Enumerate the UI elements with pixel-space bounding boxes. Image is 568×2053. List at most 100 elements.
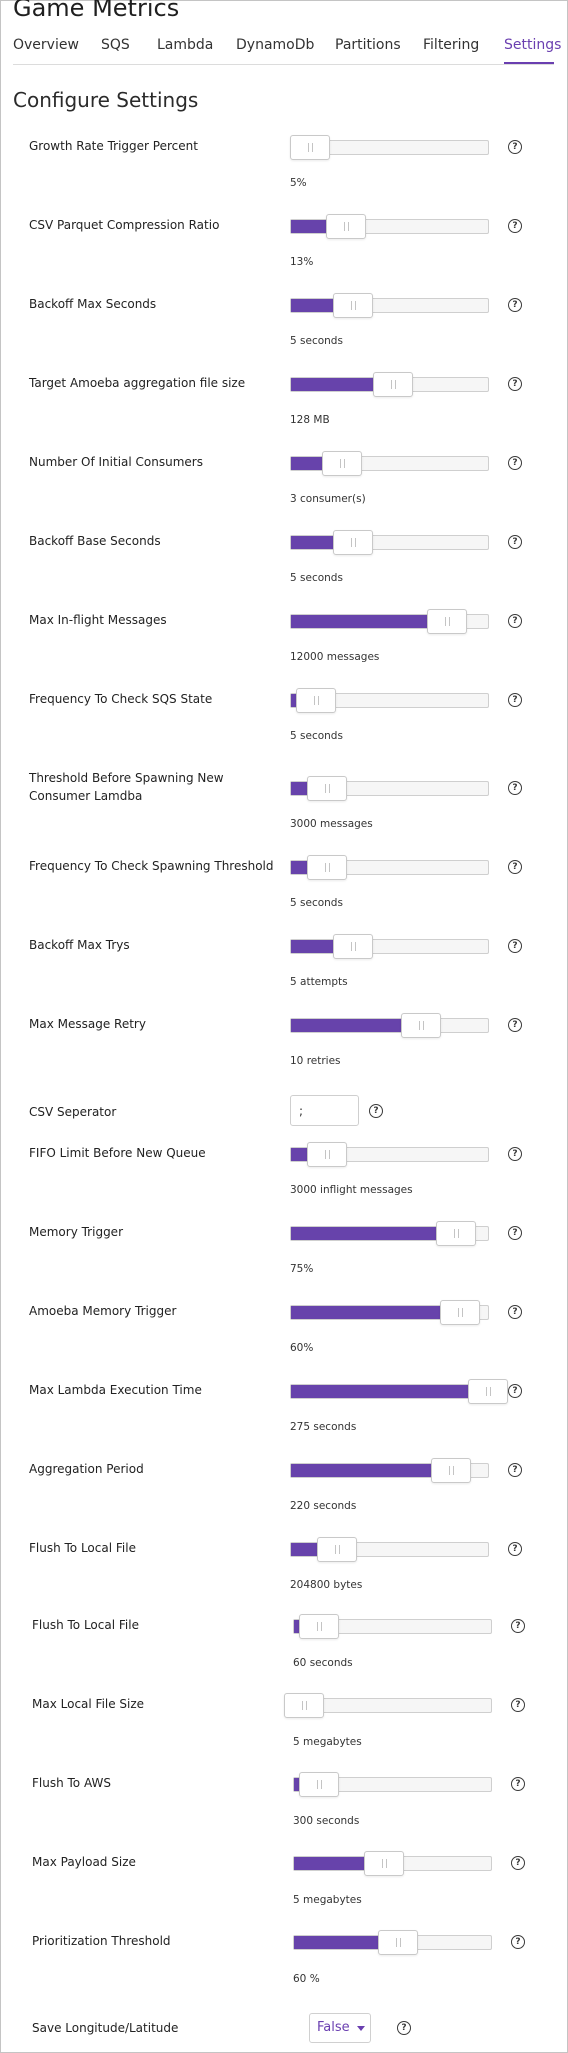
save-lon-lat-select[interactable]: False	[309, 2013, 371, 2043]
help-icon[interactable]: ?	[511, 1698, 525, 1712]
slider-handle[interactable]	[307, 776, 348, 801]
setting-value: 60%	[290, 1342, 314, 1354]
setting-value: 12000 messages	[290, 651, 380, 663]
tab-partitions[interactable]: Partitions	[335, 37, 401, 53]
setting-slider[interactable]	[293, 1851, 492, 1876]
help-icon[interactable]: ?	[508, 1018, 522, 1032]
help-icon[interactable]: ?	[397, 2021, 411, 2035]
setting-label: Prioritization Threshold	[32, 1934, 171, 1948]
setting-label: Backoff Max Seconds	[29, 297, 157, 311]
slider-handle[interactable]	[307, 855, 348, 880]
help-icon[interactable]: ?	[511, 1935, 525, 1949]
help-icon[interactable]: ?	[369, 1104, 383, 1118]
help-icon[interactable]: ?	[511, 1619, 525, 1633]
help-icon[interactable]: ?	[508, 1542, 522, 1556]
slider-handle[interactable]	[430, 1458, 471, 1483]
help-icon[interactable]: ?	[508, 298, 522, 312]
slider-handle[interactable]	[322, 451, 363, 476]
setting-value: 204800 bytes	[290, 1579, 363, 1591]
slider-handle[interactable]	[325, 214, 366, 239]
tab-dynamodb[interactable]: DynamoDb	[236, 37, 314, 53]
select-value: False	[317, 2020, 350, 2035]
help-icon[interactable]: ?	[508, 219, 522, 233]
setting-slider[interactable]	[290, 135, 489, 160]
tab-filtering[interactable]: Filtering	[423, 37, 479, 53]
setting-slider[interactable]	[290, 688, 489, 713]
setting-slider[interactable]	[293, 1614, 492, 1639]
setting-slider[interactable]	[290, 1537, 489, 1562]
slider-handle[interactable]	[400, 1013, 441, 1038]
help-icon[interactable]: ?	[508, 1463, 522, 1477]
setting-value: 5 seconds	[290, 335, 343, 347]
setting-slider[interactable]	[290, 1300, 489, 1325]
setting-label: Flush To Local File	[32, 1618, 139, 1632]
setting-label: CSV Seperator	[29, 1105, 117, 1119]
setting-label: Frequency To Check Spawning Threshold	[29, 859, 274, 873]
setting-slider[interactable]	[290, 855, 489, 880]
slider-handle[interactable]	[333, 934, 374, 959]
tab-settings[interactable]: Settings	[504, 37, 561, 53]
help-icon[interactable]: ?	[511, 1856, 525, 1870]
help-icon[interactable]: ?	[511, 1777, 525, 1791]
slider-handle[interactable]	[316, 1537, 357, 1562]
slider-fill	[291, 1019, 419, 1032]
slider-handle[interactable]	[377, 1930, 418, 1955]
tab-sqs[interactable]: SQS	[101, 37, 130, 53]
setting-slider[interactable]	[284, 1693, 492, 1718]
page-title: Game Metrics	[13, 0, 180, 22]
setting-slider[interactable]	[290, 530, 489, 555]
setting-value: 3000 inflight messages	[290, 1184, 413, 1196]
tab-lambda[interactable]: Lambda	[157, 37, 213, 53]
slider-handle[interactable]	[290, 135, 331, 160]
slider-handle[interactable]	[333, 530, 374, 555]
help-icon[interactable]: ?	[508, 377, 522, 391]
slider-handle[interactable]	[436, 1221, 477, 1246]
setting-slider[interactable]	[290, 1013, 489, 1038]
slider-handle[interactable]	[298, 1772, 339, 1797]
slider-handle[interactable]	[372, 372, 413, 397]
setting-slider[interactable]	[290, 293, 489, 318]
setting-slider[interactable]	[293, 1772, 492, 1797]
setting-slider[interactable]	[290, 451, 489, 476]
help-icon[interactable]: ?	[508, 456, 522, 470]
slider-handle[interactable]	[295, 688, 336, 713]
setting-label: Memory Trigger	[29, 1225, 124, 1239]
help-icon[interactable]: ?	[508, 693, 522, 707]
help-icon[interactable]: ?	[508, 860, 522, 874]
help-icon[interactable]: ?	[508, 1384, 522, 1398]
help-icon[interactable]: ?	[508, 535, 522, 549]
help-icon[interactable]: ?	[508, 140, 522, 154]
slider-fill	[291, 1464, 449, 1477]
tabs-divider	[13, 64, 554, 65]
setting-slider[interactable]	[290, 1142, 489, 1167]
slider-handle[interactable]	[439, 1300, 480, 1325]
help-icon[interactable]: ?	[508, 939, 522, 953]
setting-slider[interactable]	[290, 934, 489, 959]
setting-slider[interactable]	[290, 1458, 489, 1483]
setting-value: 3000 messages	[290, 818, 373, 830]
help-icon[interactable]: ?	[508, 781, 522, 795]
setting-slider[interactable]	[290, 776, 489, 801]
slider-handle[interactable]	[333, 293, 374, 318]
tab-overview[interactable]: Overview	[13, 37, 79, 53]
slider-handle[interactable]	[307, 1142, 348, 1167]
setting-slider[interactable]	[290, 1379, 508, 1404]
help-icon[interactable]: ?	[508, 614, 522, 628]
slider-handle[interactable]	[284, 1693, 324, 1718]
help-icon[interactable]: ?	[508, 1226, 522, 1240]
slider-handle[interactable]	[426, 609, 467, 634]
setting-slider[interactable]	[290, 1221, 489, 1246]
setting-slider[interactable]	[293, 1930, 492, 1955]
setting-label: CSV Parquet Compression Ratio	[29, 218, 220, 232]
csv-separator-input[interactable]	[290, 1095, 359, 1126]
slider-handle[interactable]	[298, 1614, 339, 1639]
setting-value: 60 seconds	[293, 1657, 353, 1669]
setting-slider[interactable]	[290, 214, 489, 239]
setting-value: 3 consumer(s)	[290, 493, 366, 505]
help-icon[interactable]: ?	[508, 1305, 522, 1319]
setting-slider[interactable]	[290, 609, 489, 634]
help-icon[interactable]: ?	[508, 1147, 522, 1161]
slider-handle[interactable]	[364, 1851, 405, 1876]
slider-handle[interactable]	[468, 1379, 508, 1404]
setting-slider[interactable]	[290, 372, 489, 397]
